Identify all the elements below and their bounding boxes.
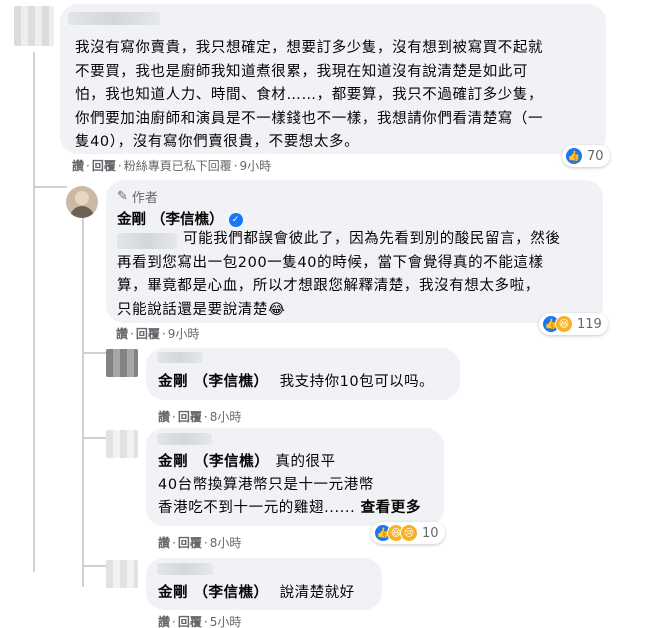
pen-icon: ✎ — [117, 189, 128, 204]
reply-2-actions: 讚 · 回覆 · 8小時 — [158, 534, 242, 551]
sad-reaction-icon: 😢 — [400, 524, 418, 542]
timestamp[interactable]: 8小時 — [210, 408, 242, 425]
timestamp[interactable]: 9小時 — [168, 325, 200, 342]
reply-3-actions: 讚 · 回覆 · 5小時 — [158, 613, 242, 628]
reply-link[interactable]: 回覆 — [92, 157, 116, 174]
reply-link[interactable]: 回覆 — [178, 613, 202, 628]
author-name[interactable]: 金剛 （李信樵） — [117, 212, 224, 228]
page-replied-note: 粉絲專頁已私下回覆 — [123, 159, 232, 173]
thread-connector-3 — [84, 437, 106, 439]
reaction-count: 10 — [422, 525, 439, 541]
comment-text: 我沒有寫你賣貴，我只想確定，想要訂多少隻，沒有想到被寫買不起就 不要買，我也是廚… — [75, 40, 544, 150]
reply-3-text: 說清楚就好 — [279, 585, 355, 601]
like-link[interactable]: 讚 — [158, 534, 170, 551]
like-link[interactable]: 讚 — [72, 157, 84, 174]
reply-2-reactions[interactable]: 👍 😆 😢 10 — [371, 522, 445, 544]
reply-3-bubble: 金剛 （李信樵） 說清楚就好 — [146, 558, 382, 610]
thread-connector-4 — [84, 565, 106, 567]
like-link[interactable]: 讚 — [158, 408, 170, 425]
author-reply-reactions[interactable]: 👍 😆 119 — [539, 313, 608, 335]
reply-2-avatar[interactable] — [106, 430, 138, 458]
author-badge: ✎ 作者 — [117, 189, 158, 206]
author-reply-bubble: ✎ 作者 金剛 （李信樵） ✓ 可能我們都誤會彼此了，因為先看到別的酸民留言，然後… — [106, 180, 603, 323]
thread-line-author — [82, 212, 84, 587]
reaction-count: 119 — [577, 316, 602, 332]
timestamp[interactable]: 5小時 — [210, 613, 242, 628]
reply-3-name-redacted[interactable] — [157, 563, 213, 575]
like-link[interactable]: 讚 — [158, 613, 170, 628]
reply-2-text: 金剛 （李信樵） 真的很平 40台幣換算港幣只是十一元港幣 香港吃不到十一元的雞翅… — [158, 454, 421, 516]
reply-1-name-redacted[interactable] — [157, 352, 203, 363]
comment-actions: 讚 · 回覆 · 粉絲專頁已私下回覆 · 9小時 — [72, 157, 272, 174]
haha-reaction-icon: 😆 — [555, 315, 573, 333]
timestamp[interactable]: 8小時 — [210, 534, 242, 551]
tagged-author-name[interactable]: 金剛 （李信樵） — [158, 585, 269, 601]
reply-2-name-redacted[interactable] — [157, 433, 212, 445]
comment-reactions[interactable]: 👍 70 — [562, 145, 610, 167]
author-avatar[interactable] — [66, 186, 98, 218]
see-more-link[interactable]: 查看更多 — [361, 500, 421, 516]
reply-1-text: 我支持你10包可以吗。 — [279, 374, 435, 390]
verified-badge-icon: ✓ — [228, 213, 243, 227]
commenter-avatar[interactable] — [14, 6, 54, 46]
reaction-count: 70 — [587, 148, 604, 164]
like-link[interactable]: 讚 — [116, 325, 128, 342]
like-reaction-icon: 👍 — [565, 147, 583, 165]
comment-bubble: 我沒有寫你賣貴，我只想確定，想要訂多少隻，沒有想到被寫買不起就 不要買，我也是廚… — [60, 4, 606, 154]
reply-1-avatar[interactable] — [106, 349, 138, 377]
thread-connector-1 — [35, 186, 67, 188]
thread-connector-2 — [84, 352, 106, 354]
reply-1-bubble: 金剛 （李信樵） 我支持你10包可以吗。 — [146, 348, 460, 400]
reply-3-avatar[interactable] — [106, 560, 138, 588]
tagged-author-name[interactable]: 金剛 （李信樵） — [158, 374, 269, 390]
timestamp[interactable]: 9小時 — [240, 157, 272, 174]
commenter-name-redacted[interactable] — [68, 12, 160, 25]
author-reply-text: 可能我們都誤會彼此了，因為先看到別的酸民留言，然後 再看到您寫出一包200一隻4… — [117, 231, 561, 318]
reply-link[interactable]: 回覆 — [136, 325, 160, 342]
author-reply-actions: 讚 · 回覆 · 9小時 — [116, 325, 200, 342]
reply-1-actions: 讚 · 回覆 · 8小時 — [158, 408, 242, 425]
reply-link[interactable]: 回覆 — [178, 534, 202, 551]
reply-link[interactable]: 回覆 — [178, 408, 202, 425]
thread-line-main — [33, 52, 35, 572]
tagged-author-name[interactable]: 金剛 （李信樵） — [158, 454, 269, 470]
reply-2-bubble: 金剛 （李信樵） 真的很平 40台幣換算港幣只是十一元港幣 香港吃不到十一元的雞翅… — [146, 428, 444, 526]
laughing-emoji: 😂 — [268, 301, 286, 318]
